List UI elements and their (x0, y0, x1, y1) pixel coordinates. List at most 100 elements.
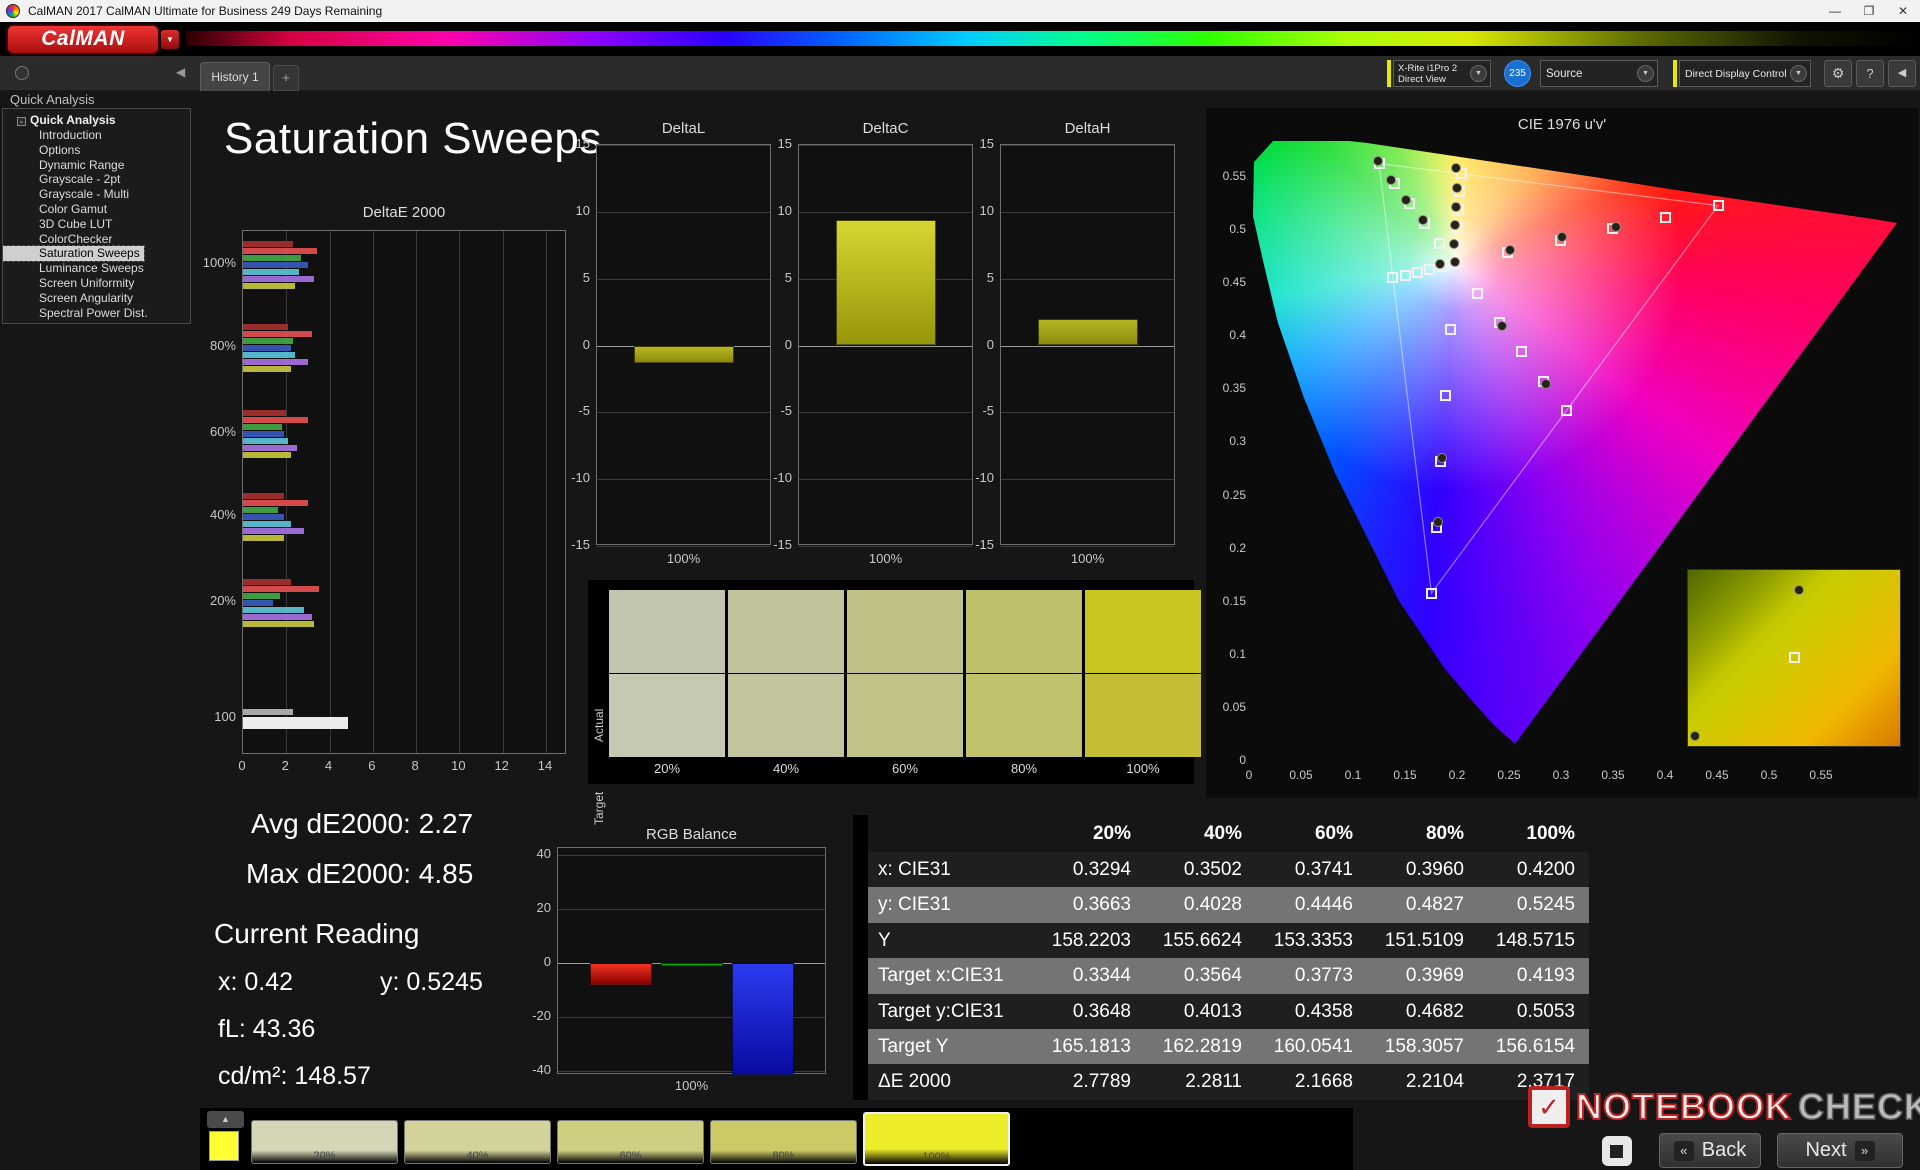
sidebar-item-options[interactable]: Options (3, 143, 190, 158)
deltae-bar (243, 262, 308, 268)
cie-y-tick-label: 0.05 (1222, 699, 1246, 714)
sample-swatch-40%[interactable]: 40% (404, 1120, 551, 1164)
close-button[interactable]: ✕ (1886, 0, 1920, 22)
settings-gear-button[interactable]: ⚙ (1824, 60, 1852, 87)
sample-swatch-60%[interactable]: 60% (557, 1120, 704, 1164)
sidebar-item-grayscale-multi[interactable]: Grayscale - Multi (3, 187, 190, 202)
layout-toggle-glyph (1610, 1145, 1623, 1158)
deltac-chart-title: DeltaC (862, 120, 909, 137)
deltal-chart-title: DeltaL (661, 120, 706, 137)
cie-x-tick-label: 0.25 (1497, 768, 1521, 782)
collapse-right-button[interactable]: ◀ (1888, 60, 1916, 87)
table-cell: 0.4028 (1145, 887, 1256, 923)
next-button[interactable]: Next » (1777, 1133, 1903, 1168)
help-button[interactable]: ? (1856, 60, 1884, 87)
sidebar-item-luminance-sweeps[interactable]: Luminance Sweeps (3, 261, 190, 276)
vchart-gridline (799, 211, 972, 213)
table-row-strip (853, 1064, 868, 1100)
deltae-bar (243, 717, 348, 729)
layout-toggle-button[interactable] (1602, 1136, 1632, 1166)
deltae-bar (243, 431, 285, 437)
cie-measured-circle-white (1449, 256, 1460, 267)
deltae-bar (243, 528, 304, 534)
sample-swatch-80%[interactable]: 80% (710, 1120, 857, 1164)
deltae-bar (243, 410, 287, 416)
table-cell: 0.4358 (1256, 993, 1367, 1029)
cie-measured-circle-green (1372, 155, 1383, 166)
sidebar-item-3d-cube-lut[interactable]: 3D Cube LUT (3, 217, 190, 232)
sidebar-item-dynamic-range[interactable]: Dynamic Range (3, 158, 190, 173)
workflow-nav-button[interactable] (15, 66, 29, 80)
sidebar-item-screen-uniformity[interactable]: Screen Uniformity (3, 276, 190, 291)
vchart-gridline (1001, 345, 1174, 347)
cie-x-tick-label: 0 (1245, 768, 1253, 782)
window-titlebar: CalMAN 2017 CalMAN Ultimate for Business… (0, 0, 1920, 22)
table-cell: 0.3344 (1034, 958, 1145, 994)
sample-swatch-label: 60% (619, 1150, 642, 1162)
current-color-swatch (209, 1131, 239, 1161)
tab-history-1[interactable]: History 1 (200, 62, 270, 91)
swatch-column-label: 80% (1010, 761, 1038, 776)
deltae-bar (243, 514, 285, 520)
logo-menu-button[interactable]: ▼ (161, 30, 179, 49)
sidebar-item-colorchecker[interactable]: ColorChecker (3, 232, 190, 247)
meter-dropdown[interactable]: X-Rite i1Pro 2 Direct View ▼ (1393, 60, 1491, 87)
cie-y-tick-label: 0.5 (1229, 222, 1246, 236)
maximize-button[interactable]: ❐ (1852, 0, 1886, 22)
cie-y-tick-label: 0 (1239, 753, 1246, 767)
table-header-20%: 20% (1092, 823, 1131, 844)
vchart-gridline (799, 546, 972, 547)
sidebar-item-introduction[interactable]: Introduction (3, 128, 190, 143)
rgb-y-tick-label: 40 (536, 846, 551, 862)
deltah-x-label: 100% (1070, 551, 1105, 566)
tree-expander-icon[interactable]: - (17, 117, 26, 126)
sample-swatch-100%[interactable]: 100% (863, 1112, 1010, 1166)
back-chevrons-icon: « (1673, 1140, 1694, 1161)
collapse-panel-icon[interactable]: ◀ (176, 65, 185, 79)
sample-swatch-20%[interactable]: 20% (251, 1120, 398, 1164)
sidebar-item-screen-angularity[interactable]: Screen Angularity (3, 291, 190, 306)
add-tab-button[interactable]: + (273, 65, 299, 91)
vchart-gridline (597, 278, 770, 280)
cie-x-tick-label: 0.3 (1552, 768, 1570, 782)
table-row-label: Target y:CIE31 (868, 993, 1034, 1029)
vchart-y-tick-label: 10 (777, 202, 792, 218)
cie-target-square-cyan (1399, 269, 1411, 281)
sidebar-item-grayscale-2pt[interactable]: Grayscale - 2pt (3, 172, 190, 187)
table-row-label: x: CIE31 (868, 852, 1034, 888)
calman-logo[interactable]: CalMAN (8, 26, 158, 53)
cie-y-tick-label: 0.45 (1222, 275, 1246, 290)
table-cell: 0.3773 (1256, 958, 1367, 994)
deltae2000-chart: DeltaE 2000 100% 80% 60% 40% 20% 100 0 2 4 6 8 10 1… (190, 200, 585, 780)
cie-y-tick-label: 0.25 (1222, 487, 1246, 502)
cie-target-square-cyan (1411, 266, 1423, 278)
vchart-gridline (1001, 546, 1174, 547)
current-y-reading: y: 0.5245 (380, 968, 483, 996)
deltae-gridline (372, 231, 374, 753)
source-dropdown[interactable]: Source ▼ (1540, 60, 1658, 87)
vchart-y-tick-label: -5 (578, 403, 590, 419)
table-cell: 0.5053 (1478, 993, 1589, 1029)
minimize-button[interactable]: — (1818, 0, 1852, 22)
actual-swatch-60% (847, 590, 963, 673)
vchart-y-tick-label: 0 (582, 336, 590, 352)
deltae-x-tick-label: 2 (281, 758, 289, 773)
rgb-balance-title: RGB Balance (646, 826, 737, 843)
sidebar-item-saturation-sweeps[interactable]: Saturation Sweeps (3, 245, 145, 263)
meter-count-badge[interactable]: 235 (1504, 60, 1531, 87)
sidebar-item-spectral-power-dist[interactable]: Spectral Power Dist. (3, 306, 190, 321)
deltae-bar (243, 241, 293, 247)
sidebar-root-item[interactable]: - Quick Analysis (3, 112, 190, 128)
vchart-gridline (799, 412, 972, 414)
back-button[interactable]: « Back (1659, 1133, 1761, 1168)
display-control-dropdown[interactable]: Direct Display Control ▼ (1679, 60, 1811, 87)
app-icon (6, 4, 20, 18)
sidebar-item-color-gamut[interactable]: Color Gamut (3, 202, 190, 217)
expand-swatch-bar-button[interactable]: ▲ (207, 1111, 244, 1128)
current-fl-reading: fL: 43.36 (218, 1015, 316, 1043)
max-de2000-reading: Max dE2000: 4.85 (246, 858, 474, 889)
back-button-label: Back (1701, 1139, 1747, 1161)
vchart-y-tick-label: 10 (979, 202, 994, 218)
vchart-gridline (597, 211, 770, 213)
actual-target-swatch-panel: Actual Target 20% 40% 60% 80% 100% (588, 580, 1201, 825)
